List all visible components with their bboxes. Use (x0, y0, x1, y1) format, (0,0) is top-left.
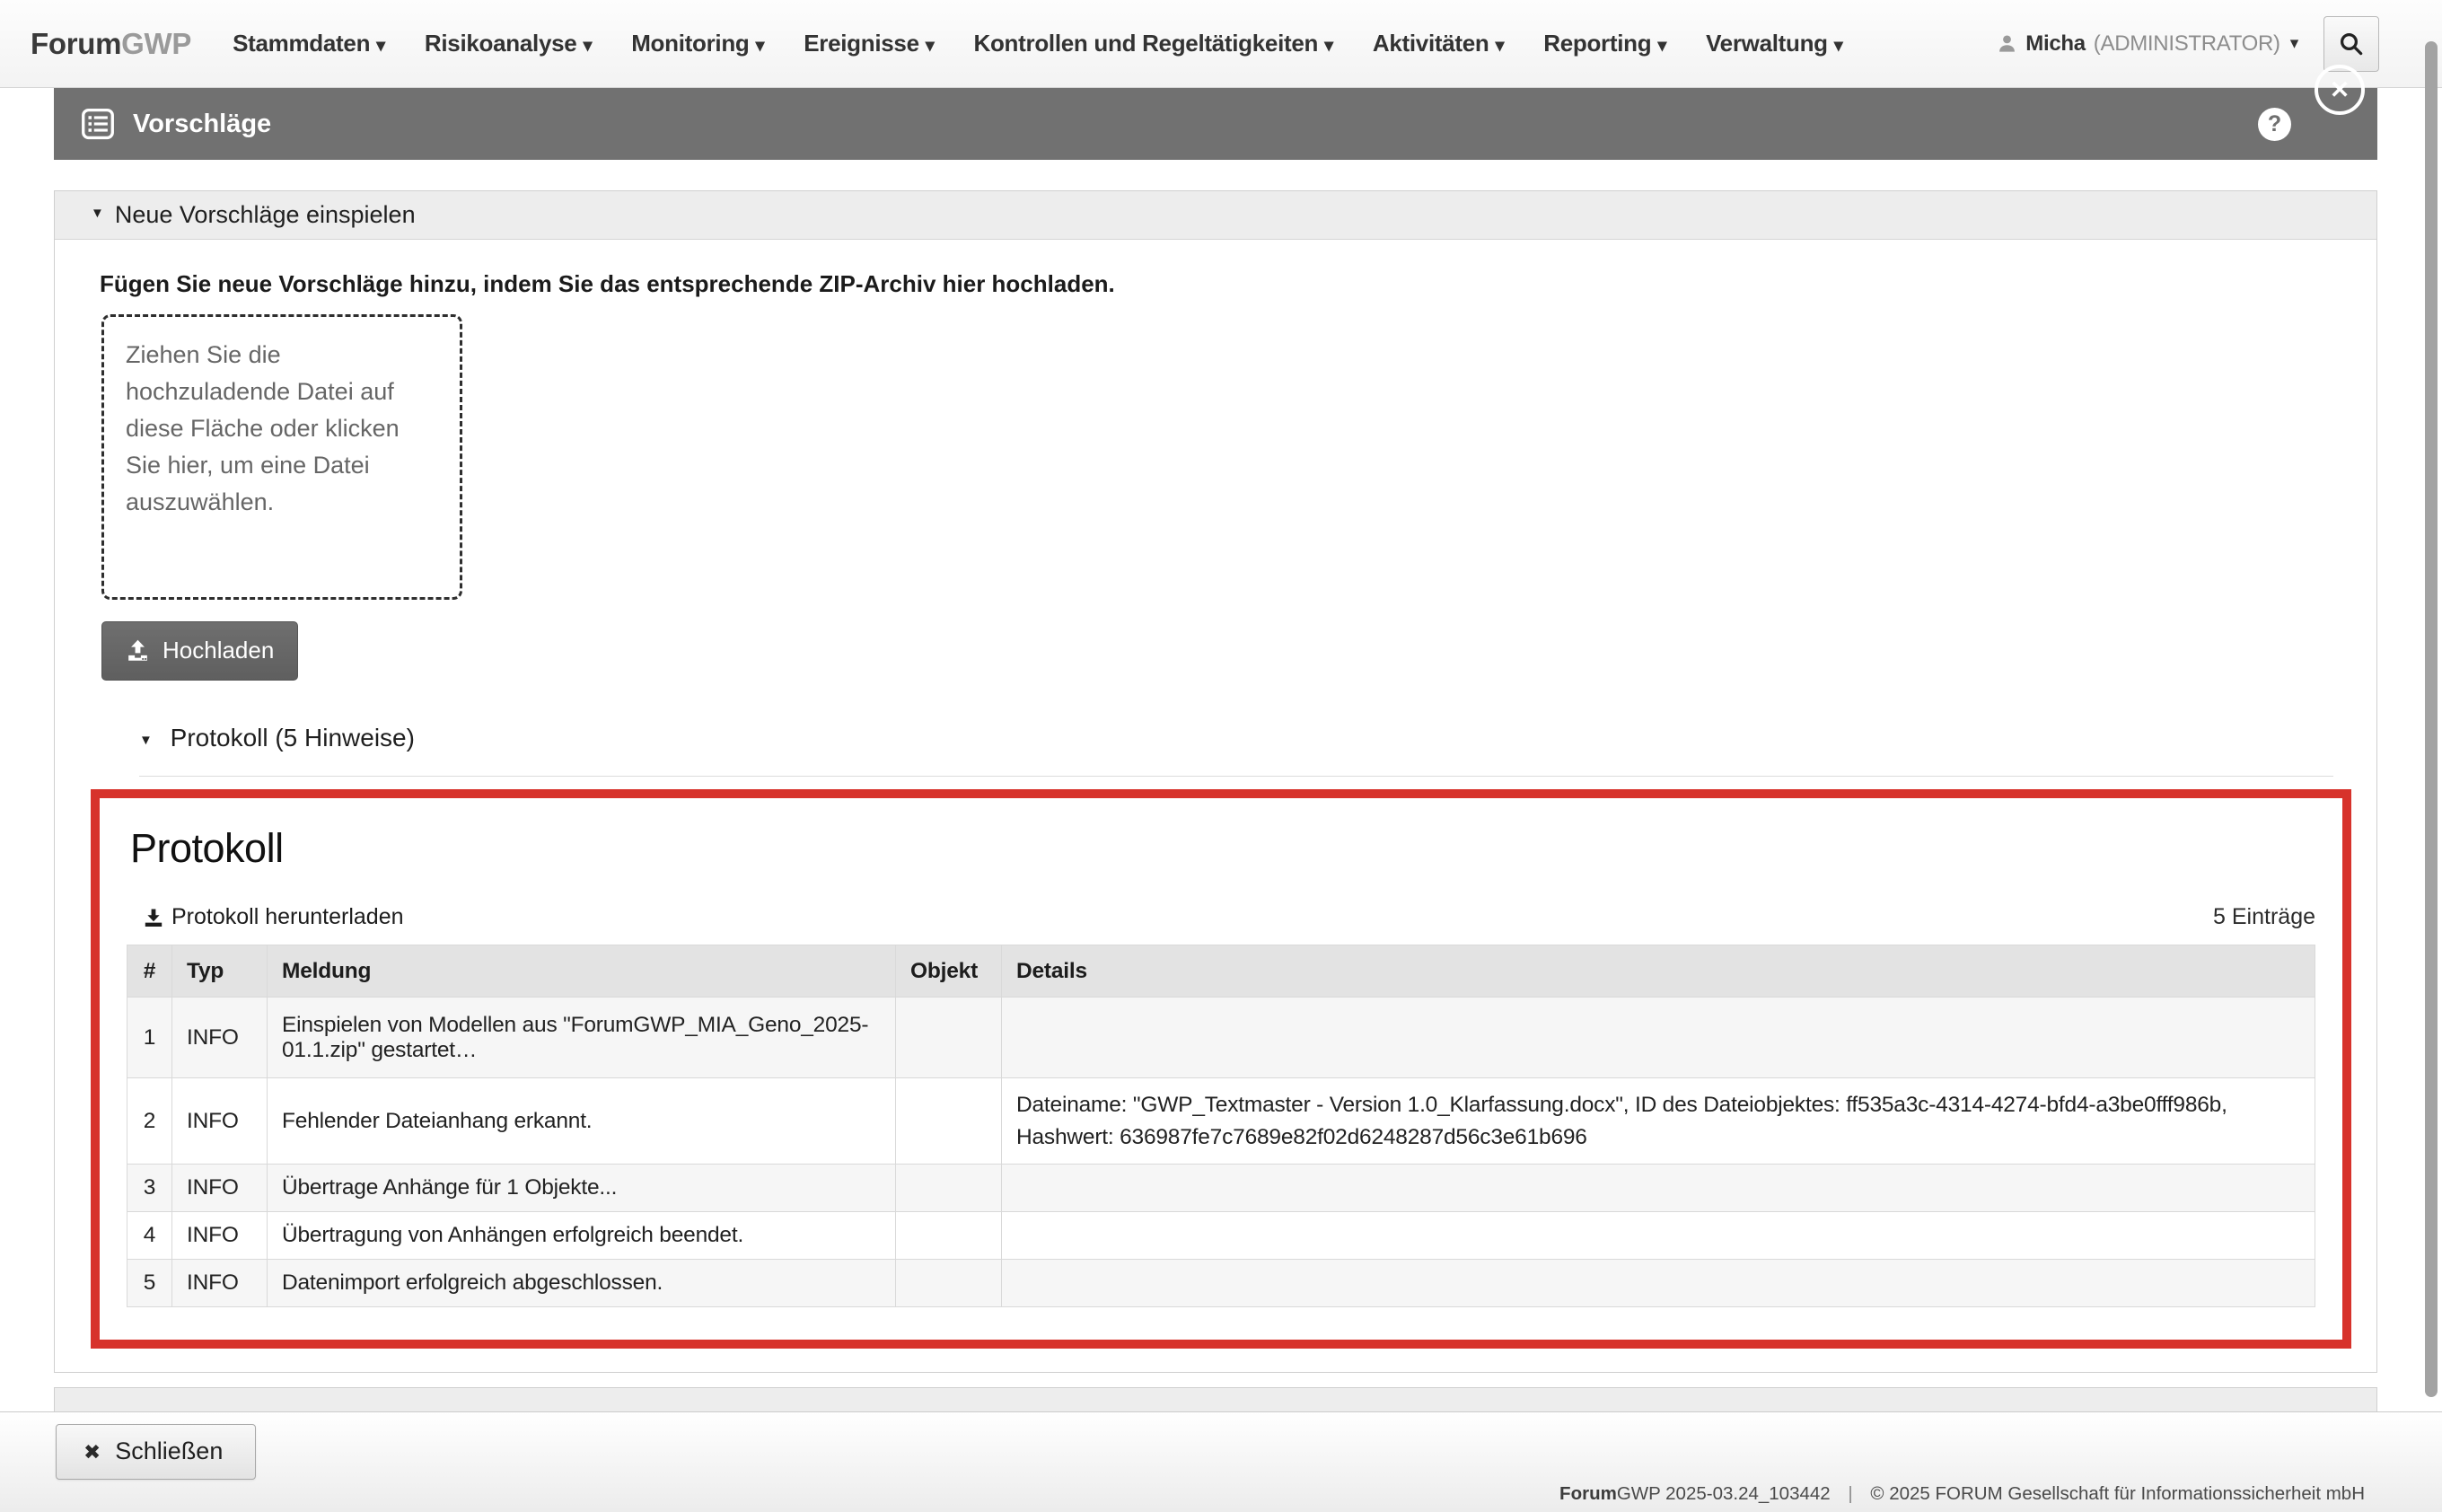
modal-title-bar: Vorschläge (54, 88, 2377, 160)
logo-bold: Forum (31, 27, 121, 60)
menu-reporting[interactable]: Reporting (1543, 30, 1666, 57)
menu-aktivitaeten[interactable]: Aktivitäten (1373, 30, 1504, 57)
footer-brand-rest: GWP (1617, 1483, 1661, 1504)
menu-risikoanalyse[interactable]: Risikoanalyse (425, 30, 592, 57)
user-menu[interactable]: Micha (ADMINISTRATOR) (1997, 31, 2298, 57)
cell-typ: INFO (172, 1078, 268, 1165)
cell-num: 2 (127, 1078, 172, 1165)
cell-meldung: Datenimport erfolgreich abgeschlossen. (268, 1260, 896, 1307)
modal-title: Vorschläge (133, 110, 271, 139)
menu-monitoring[interactable]: Monitoring (631, 30, 764, 57)
panel-body: Fügen Sie neue Vorschläge hinzu, indem S… (55, 240, 2376, 1372)
table-row: 5 INFO Datenimport erfolgreich abgeschlo… (127, 1260, 2315, 1307)
cell-typ: INFO (172, 1212, 268, 1260)
table-row: 4 INFO Übertragung von Anhängen erfolgre… (127, 1212, 2315, 1260)
download-protokoll-link[interactable]: Protokoll herunterladen (143, 904, 404, 930)
cell-num: 1 (127, 998, 172, 1078)
cell-objekt (896, 998, 1002, 1078)
close-dialog-button[interactable]: Schließen (56, 1424, 256, 1480)
top-navigation: ForumGWP Stammdaten Risikoanalyse Monito… (0, 0, 2442, 88)
col-header-typ: Typ (172, 945, 268, 998)
col-header-details: Details (1002, 945, 2315, 998)
cell-meldung: Übertragung von Anhängen erfolgreich bee… (268, 1212, 896, 1260)
footer-meta: ForumGWP 2025-03.24_103442 | © 2025 FORU… (1559, 1483, 2365, 1505)
cell-meldung: Einspielen von Modellen aus "ForumGWP_MI… (268, 998, 896, 1078)
footer-version: 2025-03.24_103442 (1665, 1483, 1831, 1504)
highlight-annotation: Protokoll Protokoll herunterladen 5 Eint… (91, 789, 2351, 1349)
upload-instruction: Fügen Sie neue Vorschläge hinzu, indem S… (100, 270, 2351, 298)
cell-objekt (896, 1260, 1002, 1307)
close-x-icon (83, 1437, 101, 1465)
download-link-label: Protokoll herunterladen (171, 904, 404, 930)
protokoll-toggle[interactable]: Protokoll (5 Hinweise) (139, 724, 2351, 752)
modal-close-button[interactable] (2315, 65, 2365, 115)
upload-panel: Neue Vorschläge einspielen Fügen Sie neu… (54, 190, 2377, 1373)
cell-meldung: Übertrage Anhänge für 1 Objekte... (268, 1165, 896, 1212)
search-button[interactable] (2323, 16, 2379, 72)
protokoll-heading: Protokoll (130, 825, 2315, 872)
footer-copyright: © 2025 FORUM Gesellschaft für Informatio… (1870, 1483, 2365, 1504)
upload-button[interactable]: Hochladen (101, 621, 298, 681)
table-row: 2 INFO Fehlender Dateianhang erkannt. Da… (127, 1078, 2315, 1165)
cell-objekt (896, 1165, 1002, 1212)
panel-title: Neue Vorschläge einspielen (115, 201, 416, 229)
divider (139, 776, 2333, 777)
cell-typ: INFO (172, 1260, 268, 1307)
protokoll-table: # Typ Meldung Objekt Details 1 INFO Eins… (127, 945, 2315, 1307)
upload-icon (126, 638, 150, 663)
footer-separator: | (1848, 1483, 1852, 1504)
cell-num: 5 (127, 1260, 172, 1307)
menu-verwaltung[interactable]: Verwaltung (1706, 30, 1842, 57)
cell-objekt (896, 1212, 1002, 1260)
upload-button-label: Hochladen (163, 637, 274, 664)
panel-header-neue-vorschlaege[interactable]: Neue Vorschläge einspielen (55, 191, 2376, 240)
col-header-num: # (127, 945, 172, 998)
file-dropzone[interactable]: Ziehen Sie die hochzuladende Datei auf d… (101, 314, 462, 600)
menu-kontrollen[interactable]: Kontrollen und Regeltätigkeiten (974, 30, 1333, 57)
user-icon (1997, 33, 2017, 54)
cell-details (1002, 1212, 2315, 1260)
menu-ereignisse[interactable]: Ereignisse (804, 30, 934, 57)
help-button[interactable] (2258, 108, 2291, 141)
cell-meldung: Fehlender Dateianhang erkannt. (268, 1078, 896, 1165)
scrollbar-thumb[interactable] (2425, 41, 2438, 1397)
protokoll-toggle-label: Protokoll (5 Hinweise) (171, 724, 415, 752)
bottom-action-bar: Schließen ForumGWP 2025-03.24_103442 | ©… (0, 1411, 2442, 1512)
table-header-row: # Typ Meldung Objekt Details (127, 945, 2315, 998)
dropzone-text: Ziehen Sie die hochzuladende Datei auf d… (126, 341, 400, 515)
col-header-meldung: Meldung (268, 945, 896, 998)
cell-typ: INFO (172, 1165, 268, 1212)
table-row: 1 INFO Einspielen von Modellen aus "Foru… (127, 998, 2315, 1078)
menu-stammdaten[interactable]: Stammdaten (233, 30, 385, 57)
cell-details (1002, 1260, 2315, 1307)
cell-details (1002, 998, 2315, 1078)
scrollbar-track (2422, 0, 2442, 1512)
search-icon (2338, 31, 2365, 57)
cell-num: 3 (127, 1165, 172, 1212)
cell-objekt (896, 1078, 1002, 1165)
col-header-objekt: Objekt (896, 945, 1002, 998)
cell-num: 4 (127, 1212, 172, 1260)
entries-count: 5 Einträge (2213, 904, 2315, 930)
cell-typ: INFO (172, 998, 268, 1078)
close-button-label: Schließen (115, 1437, 223, 1465)
table-row: 3 INFO Übertrage Anhänge für 1 Objekte..… (127, 1165, 2315, 1212)
logo-light: GWP (121, 27, 191, 60)
cell-details (1002, 1165, 2315, 1212)
app-logo[interactable]: ForumGWP (31, 27, 191, 61)
main-menu: Stammdaten Risikoanalyse Monitoring Erei… (233, 30, 1842, 57)
list-icon (79, 105, 117, 143)
cell-details: Dateiname: "GWP_Textmaster - Version 1.0… (1002, 1078, 2315, 1165)
download-icon (143, 907, 164, 928)
user-role: (ADMINISTRATOR) (2094, 31, 2280, 57)
user-name: Micha (2025, 31, 2086, 57)
footer-brand-bold: Forum (1559, 1483, 1617, 1504)
